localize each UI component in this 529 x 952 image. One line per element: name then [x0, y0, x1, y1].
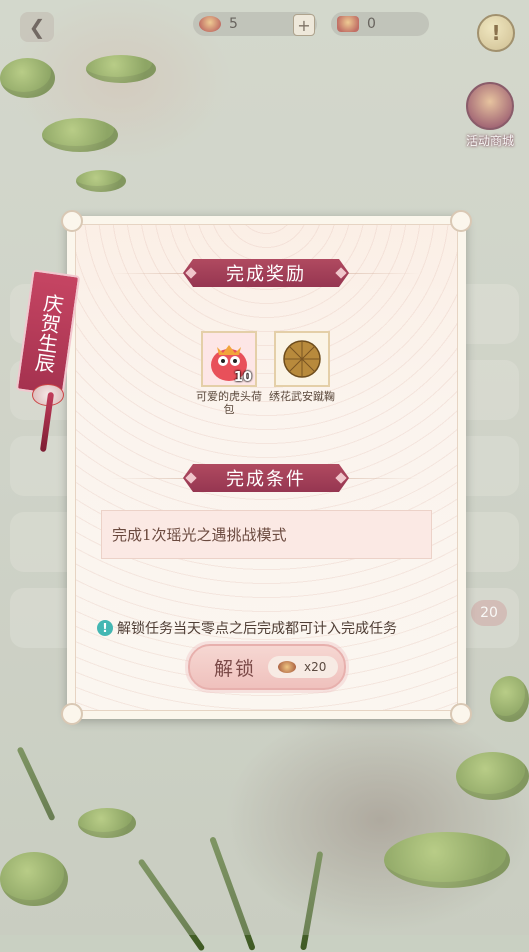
- corner-ornament: [61, 210, 83, 232]
- reward-name: 绣花武安蹴鞠: [269, 390, 335, 403]
- reward-slot: [274, 331, 330, 387]
- unlock-cost: x20: [268, 656, 339, 678]
- condition-text: 完成1次瑶光之遇挑战模式: [101, 510, 432, 559]
- corner-ornament: [61, 703, 83, 725]
- reward-slot: 10: [201, 331, 257, 387]
- unlock-tip: ! 解锁任务当天零点之后完成都可计入完成任务: [97, 618, 437, 638]
- condition-section-title: 完成条件: [183, 464, 349, 492]
- unlock-label: 解锁: [214, 657, 257, 680]
- reward-section-title: 完成奖励: [183, 259, 349, 287]
- reward-item[interactable]: 10 可爱的虎头荷包: [194, 331, 264, 416]
- bowl-icon: [278, 661, 297, 673]
- reward-item[interactable]: 绣花武安蹴鞠: [267, 331, 337, 403]
- corner-ornament: [450, 703, 472, 725]
- corner-ornament: [450, 210, 472, 232]
- cuju-ball-icon: [276, 333, 328, 385]
- reward-title-text: 完成奖励: [226, 264, 306, 285]
- cost-value: x20: [304, 660, 327, 674]
- reward-quantity: 10: [233, 370, 252, 385]
- info-icon: !: [97, 620, 113, 636]
- unlock-button[interactable]: 解锁 x20: [188, 644, 346, 690]
- condition-title-text: 完成条件: [226, 469, 306, 490]
- tip-text: 解锁任务当天零点之后完成都可计入完成任务: [117, 621, 397, 637]
- reward-name: 可爱的虎头荷包: [196, 390, 262, 416]
- tag-text: 庆贺生辰: [30, 291, 66, 375]
